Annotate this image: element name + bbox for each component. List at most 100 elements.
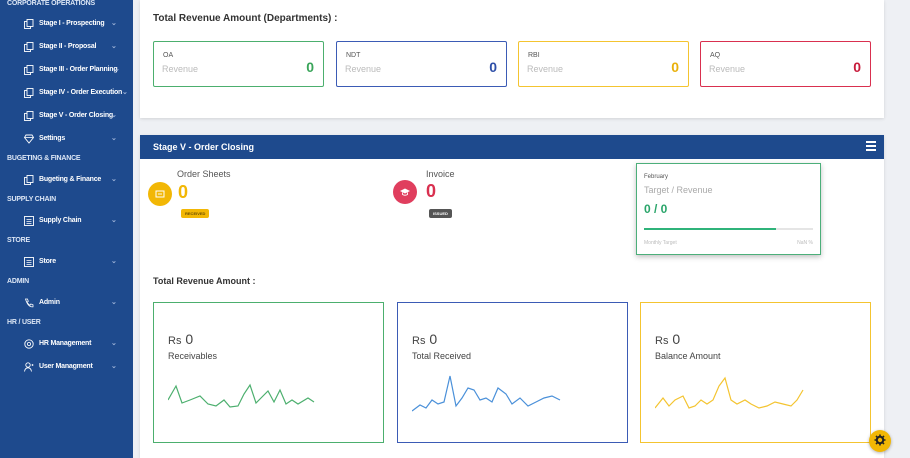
target-ratio: 0 / 0	[644, 202, 668, 216]
total-revenue-title: Total Revenue Amount :	[153, 276, 256, 286]
sidebar-item-label: Stage III - Order Planning	[39, 66, 118, 73]
sidebar-item-label: Stage I - Prospecting	[39, 20, 105, 27]
sidebar-item-label: Settings	[39, 135, 66, 142]
dept-label: Revenue	[345, 64, 382, 74]
target-revenue-card: February Target / Revenue 0 / 0 Monthly …	[636, 163, 821, 255]
copy-icon	[24, 110, 34, 121]
user-icon	[24, 361, 34, 372]
main-content: Total Revenue Amount (Departments) : OA …	[140, 0, 884, 458]
dept-value: 0	[671, 59, 679, 75]
sidebar-item-user-management[interactable]: User Managment ⌄	[0, 355, 133, 378]
sidebar-item-label: User Managment	[39, 363, 93, 370]
receivables-sparkline	[168, 383, 315, 408]
sidebar-item-label: Stage II - Proposal	[39, 43, 97, 50]
target-percent: NaN %	[797, 240, 813, 246]
gear-icon	[874, 434, 886, 449]
monthly-target-label: Monthly Target	[644, 240, 677, 246]
copy-icon	[24, 18, 34, 29]
sidebar-item-stage-5[interactable]: Stage V - Order Closing ⌄	[0, 104, 133, 127]
sidebar-item-label: Stage IV - Order Execution	[39, 89, 123, 96]
section-store: STORE	[7, 237, 30, 244]
sidebar: CORPORATE OPERATIONS Stage I - Prospecti…	[0, 0, 133, 458]
chevron-down-icon: ⌄	[111, 43, 117, 50]
copy-icon	[24, 41, 34, 52]
invoice-label: Invoice	[426, 169, 455, 179]
sidebar-item-label: Supply Chain	[39, 217, 82, 224]
balance-amount-label: Balance Amount	[655, 351, 721, 361]
amount-value: 0	[672, 331, 681, 347]
settings-fab-button[interactable]	[869, 430, 891, 452]
cog-icon	[24, 338, 34, 349]
sidebar-item-stage-1[interactable]: Stage I - Prospecting ⌄	[0, 12, 133, 35]
dept-label: Revenue	[162, 64, 199, 74]
receivables-label: Receivables	[168, 351, 218, 361]
sidebar-item-label: Stage V - Order Closing	[39, 112, 113, 119]
sidebar-item-store[interactable]: Store ⌄	[0, 250, 133, 273]
dept-code: OA	[163, 52, 174, 59]
sidebar-item-stage-3[interactable]: Stage III - Order Planning ⌄	[0, 58, 133, 81]
sidebar-item-label: Store	[39, 258, 56, 265]
stage5-header: Stage V - Order Closing	[140, 135, 884, 159]
total-received-card: Rs 0 Total Received	[397, 302, 628, 443]
balance-amount-card: Rs 0 Balance Amount	[640, 302, 871, 443]
sidebar-item-label: Admin	[39, 299, 60, 306]
graduation-cap-icon	[393, 180, 417, 204]
currency-label: Rs	[168, 335, 182, 347]
menu-icon[interactable]	[866, 141, 876, 151]
chevron-down-icon: ⌄	[111, 340, 117, 347]
box-icon	[24, 215, 34, 226]
dept-card-oa: OA Revenue 0	[153, 41, 324, 87]
total-received-amount: Rs 0	[412, 331, 437, 347]
order-sheets-value: 0	[178, 182, 189, 202]
section-supply-chain: SUPPLY CHAIN	[7, 196, 56, 203]
dept-label: Revenue	[527, 64, 564, 74]
total-received-sparkline	[412, 375, 561, 412]
chevron-down-icon: ⌄	[114, 66, 120, 73]
dept-code: RBI	[528, 52, 540, 59]
amount-value: 0	[429, 331, 438, 347]
sidebar-item-hr-management[interactable]: HR Management ⌄	[0, 332, 133, 355]
chevron-down-icon: ⌄	[111, 363, 117, 370]
order-sheets-label: Order Sheets	[177, 169, 231, 179]
sidebar-item-stage-2[interactable]: Stage II - Proposal ⌄	[0, 35, 133, 58]
dept-code: NDT	[346, 52, 361, 59]
chevron-down-icon: ⌄	[111, 299, 117, 306]
sidebar-item-budgeting-finance[interactable]: Bugeting & Finance ⌄	[0, 168, 133, 191]
diamond-icon	[23, 134, 35, 144]
chevron-down-icon: ⌄	[111, 112, 117, 119]
phone-icon	[24, 298, 34, 308]
department-revenue-card: Total Revenue Amount (Departments) : OA …	[140, 0, 884, 118]
dept-card-ndt: NDT Revenue 0	[336, 41, 507, 87]
copy-icon	[24, 87, 34, 98]
sidebar-item-supply-chain[interactable]: Supply Chain ⌄	[0, 209, 133, 232]
sidebar-item-label: Bugeting & Finance	[39, 176, 102, 183]
sidebar-item-label: HR Management	[39, 340, 92, 347]
section-corporate-operations: CORPORATE OPERATIONS	[7, 0, 95, 7]
chevron-down-icon: ⌄	[122, 89, 128, 96]
issued-badge: ISSUED	[429, 209, 452, 218]
invoice-value: 0	[426, 181, 437, 201]
section-hr-user: HR / USER	[7, 319, 41, 326]
dept-card-aq: AQ Revenue 0	[700, 41, 871, 87]
received-badge: RECEIVED	[181, 209, 210, 218]
stage5-card: Stage V - Order Closing Order Sheets 0 R…	[140, 135, 884, 458]
currency-label: Rs	[412, 335, 426, 347]
amount-value: 0	[185, 331, 194, 347]
sidebar-item-settings[interactable]: Settings ⌄	[0, 127, 133, 150]
chevron-down-icon: ⌄	[111, 176, 117, 183]
sidebar-item-admin[interactable]: Admin ⌄	[0, 291, 133, 314]
department-revenue-title: Total Revenue Amount (Departments) :	[153, 13, 338, 24]
dept-code: AQ	[710, 52, 721, 59]
balance-amount-amount: Rs 0	[655, 331, 680, 347]
copy-icon	[24, 174, 34, 185]
balance-amount-sparkline	[655, 376, 804, 409]
section-budgeting-finance: BUGETING & FINANCE	[7, 155, 81, 162]
sidebar-item-stage-4[interactable]: Stage IV - Order Execution ⌄	[0, 81, 133, 104]
total-received-label: Total Received	[412, 351, 472, 361]
target-label: Target / Revenue	[644, 185, 713, 195]
receivables-card: Rs 0 Receivables	[153, 302, 384, 443]
dept-value: 0	[853, 59, 861, 75]
chevron-down-icon: ⌄	[111, 135, 117, 142]
dept-value: 0	[306, 59, 314, 75]
box-icon	[24, 256, 34, 267]
